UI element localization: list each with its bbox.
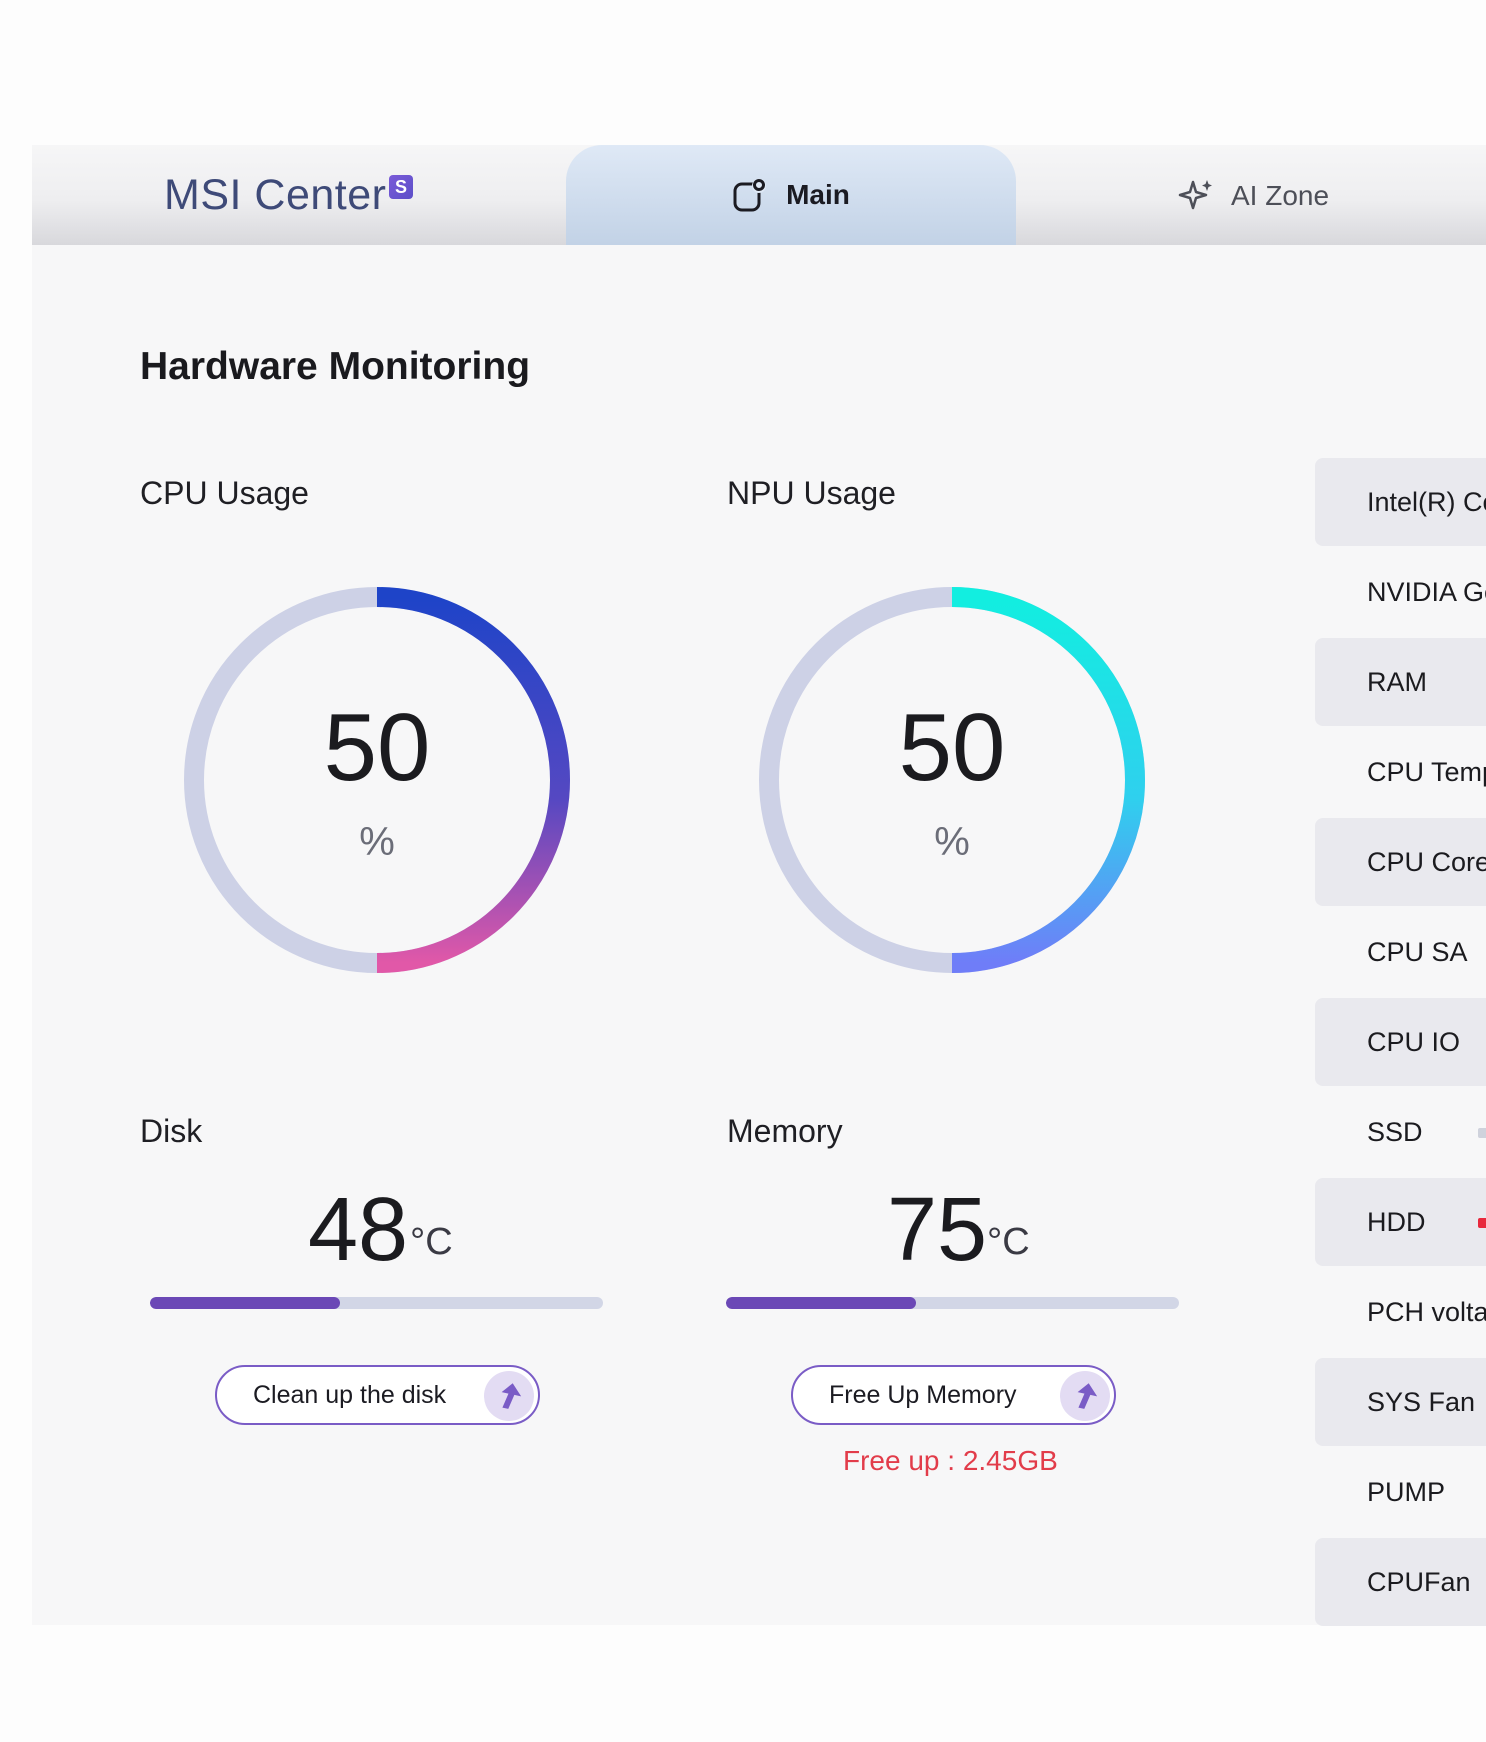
sensor-row-label: PUMP (1367, 1477, 1446, 1507)
npu-usage-label: NPU Usage (727, 475, 896, 511)
sensor-status-indicator (1478, 1218, 1486, 1228)
sensor-row[interactable]: PUMP (1315, 1448, 1486, 1536)
section-title: Hardware Monitoring (140, 345, 531, 388)
tab-main-label: Main (786, 179, 850, 210)
npu-usage-gauge: 50 % (752, 580, 1152, 980)
main-app-icon (733, 179, 767, 212)
sensor-row[interactable]: SSD (1315, 1088, 1486, 1176)
cpu-usage-gauge: 50 % (177, 580, 577, 980)
sensor-row[interactable]: RAM (1315, 638, 1486, 726)
memory-unit: °C (987, 1221, 1030, 1263)
app-window: MSI Center S Main AI Zone Hardware Monit… (32, 145, 1486, 1625)
sensor-row-label: RAM (1367, 667, 1427, 697)
cpu-usage-label: CPU Usage (140, 475, 309, 511)
clean-disk-button[interactable]: Clean up the disk (215, 1365, 540, 1425)
sensor-row-label: SSD (1367, 1117, 1423, 1147)
sparkle-icon (1178, 180, 1212, 210)
sensor-row[interactable]: CPU Temperature (1315, 728, 1486, 816)
sensor-row-label: CPU Core (1367, 847, 1486, 877)
sensor-row[interactable]: NVIDIA GeForce (1315, 548, 1486, 636)
tab-ai-zone-label: AI Zone (1231, 180, 1330, 211)
sensor-status-indicator (1478, 1128, 1486, 1138)
app-title: MSI Center (164, 171, 387, 219)
sensor-row[interactable]: Intel(R) Core (1315, 458, 1486, 546)
sensor-row[interactable]: SYS Fan (1315, 1358, 1486, 1446)
sensor-row[interactable]: CPU IO (1315, 998, 1486, 1086)
memory-progress-fill (726, 1297, 917, 1309)
memory-value: 75 (887, 1180, 988, 1280)
disk-progress-fill (150, 1297, 341, 1309)
sensor-row-label: CPU IO (1367, 1027, 1461, 1057)
free-up-amount: Free up : 2.45GB (843, 1445, 1058, 1476)
sensor-row-label: CPU SA (1367, 937, 1468, 967)
disk-label: Disk (140, 1113, 203, 1149)
sensor-row-label: HDD (1367, 1207, 1426, 1237)
tab-main[interactable]: Main (566, 145, 1016, 245)
sensor-row[interactable]: HDD (1315, 1178, 1486, 1266)
disk-progress-bar (150, 1297, 603, 1309)
cpu-usage-unit: % (359, 820, 395, 864)
disk-unit: °C (410, 1221, 453, 1263)
sensor-row-label: CPUFan (1367, 1567, 1471, 1597)
clean-disk-button-label: Clean up the disk (253, 1381, 447, 1409)
brand-badge-icon: S (389, 175, 413, 199)
npu-usage-unit: % (934, 820, 970, 864)
free-memory-button[interactable]: Free Up Memory (791, 1365, 1116, 1425)
cpu-usage-value: 50 (323, 694, 431, 801)
title-bar: MSI Center S Main AI Zone (32, 145, 1486, 245)
arrow-up-icon (1060, 1371, 1110, 1421)
sensor-row[interactable]: CPUFan (1315, 1538, 1486, 1626)
disk-value: 48 (308, 1180, 409, 1280)
tab-ai-zone[interactable]: AI Zone (1177, 177, 1329, 215)
sensor-row-label: Intel(R) Core (1367, 487, 1486, 517)
sensor-row[interactable]: CPU Core (1315, 818, 1486, 906)
sensor-row-label: CPU Temperature (1367, 757, 1486, 787)
sensor-row-label: SYS Fan (1367, 1387, 1476, 1417)
memory-progress-bar (726, 1297, 1179, 1309)
memory-label: Memory (727, 1113, 843, 1149)
free-memory-button-label: Free Up Memory (829, 1381, 1017, 1409)
sensor-row-label: NVIDIA GeForce (1367, 577, 1486, 607)
sensor-row[interactable]: PCH voltage (1315, 1268, 1486, 1356)
npu-usage-value: 50 (898, 694, 1006, 801)
sensor-row[interactable]: CPU SA (1315, 908, 1486, 996)
arrow-up-icon (484, 1371, 534, 1421)
sensor-row-label: PCH voltage (1367, 1297, 1486, 1327)
